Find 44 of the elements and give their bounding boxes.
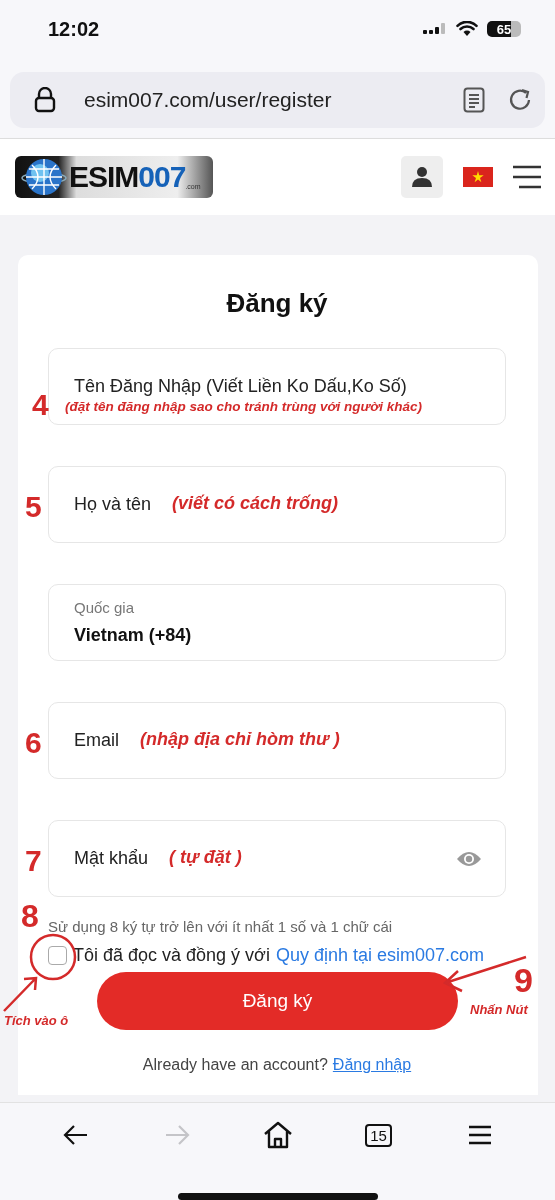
status-time: 12:02 bbox=[48, 17, 100, 41]
annotation-number: 7 bbox=[25, 844, 42, 878]
login-prompt: Already have an account? bbox=[142, 1056, 328, 1073]
signal-icon bbox=[423, 22, 447, 36]
menu-icon[interactable] bbox=[513, 165, 541, 189]
select-label: Quốc gia bbox=[74, 599, 135, 616]
tabs-button[interactable]: 15 bbox=[365, 1123, 392, 1147]
agreement-checkbox[interactable] bbox=[48, 946, 67, 965]
flag-icon[interactable] bbox=[463, 167, 493, 187]
register-button[interactable]: Đăng ký bbox=[97, 972, 458, 1030]
annotation-note: (đặt tên đăng nhập sao cho tránh trùng với người khác) bbox=[65, 399, 423, 414]
password-hint: Sử dụng 8 ký tự trở lên với ít nhất 1 số và 1 chữ cái bbox=[48, 917, 394, 937]
annotation-number: 5 bbox=[25, 490, 42, 524]
reload-icon[interactable] bbox=[507, 87, 533, 113]
annotation-note: Nhấn Nút bbox=[470, 1002, 528, 1017]
back-icon[interactable] bbox=[62, 1124, 89, 1146]
annotation-number: 6 bbox=[25, 726, 42, 760]
login-link[interactable]: Đăng nhập bbox=[332, 1056, 412, 1073]
address-bar[interactable]: esim007.com/user/register bbox=[10, 72, 545, 128]
form-title: Đăng ký bbox=[225, 287, 329, 320]
terms-link[interactable]: Quy định tại esim007.com bbox=[275, 945, 485, 966]
annotation-arrow bbox=[2, 976, 38, 1013]
url-text[interactable]: esim007.com/user/register bbox=[84, 88, 441, 112]
account-button[interactable] bbox=[401, 156, 443, 198]
logo-wordmark: ESIM bbox=[69, 160, 139, 194]
logo-number: 007 bbox=[138, 160, 186, 194]
annotation-note: ( tự đặt ) bbox=[169, 846, 242, 868]
reader-icon[interactable] bbox=[463, 87, 485, 113]
home-icon[interactable] bbox=[262, 1121, 293, 1149]
user-icon bbox=[411, 166, 433, 188]
annotation-note: Tích vào ô bbox=[4, 1013, 69, 1028]
annotation-number: 9 bbox=[514, 963, 533, 997]
country-select[interactable]: Quốc gia Vietnam (+84) bbox=[48, 584, 506, 661]
annotation-number: 4 bbox=[32, 388, 49, 422]
select-value: Vietnam (+84) bbox=[74, 625, 192, 646]
annotation-note: (viết có cách trống) bbox=[172, 492, 339, 514]
annotation-number: 8 bbox=[21, 899, 39, 933]
wifi-icon bbox=[456, 21, 478, 37]
annotation-note: (nhập địa chỉ hòm thư ) bbox=[140, 728, 340, 750]
battery-level: 65 bbox=[496, 21, 512, 37]
eye-icon[interactable] bbox=[456, 850, 482, 868]
menu-icon[interactable] bbox=[467, 1125, 492, 1145]
lock-icon bbox=[34, 87, 56, 113]
globe-icon bbox=[21, 157, 67, 197]
